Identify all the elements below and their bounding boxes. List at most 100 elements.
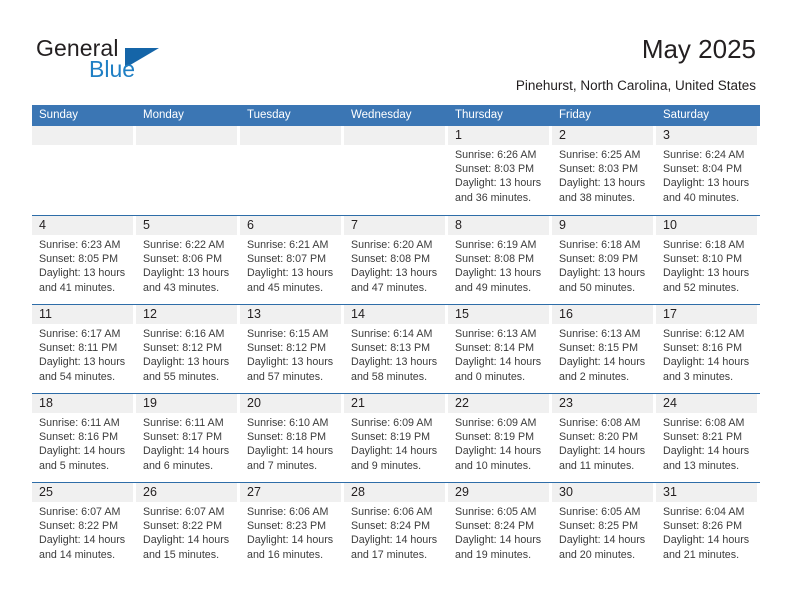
day-cell[interactable]: 14 Sunrise: 6:14 AM Sunset: 8:13 PM Dayligh… [344,305,448,393]
day-number: 25 [32,483,133,502]
day-number: 15 [448,305,549,324]
day-cell-empty [32,126,136,215]
sunrise-time: Sunrise: 6:12 AM [663,328,745,340]
day-details: Sunrise: 6:19 AM Sunset: 8:08 PM Daylight:… [448,235,549,295]
day-cell[interactable]: 24 Sunrise: 6:08 AM Sunset: 8:21 PM Dayligh… [656,394,760,482]
weekday-header-monday: Monday [143,109,184,121]
week-cells: 11 Sunrise: 6:17 AM Sunset: 8:11 PM Dayligh… [32,305,760,393]
day-cell-empty [344,126,448,215]
daylight-duration-line2: and 54 minutes. [39,370,116,383]
daylight-duration-line1: Daylight: 14 hours [39,534,126,547]
day-details: Sunrise: 6:11 AM Sunset: 8:17 PM Daylight:… [136,413,237,473]
daylight-duration-line2: and 47 minutes. [351,281,428,294]
day-details: Sunrise: 6:18 AM Sunset: 8:10 PM Daylight:… [656,235,757,295]
logo-text-blue: Blue [89,56,136,82]
sunrise-time: Sunrise: 6:05 AM [455,506,537,518]
daylight-duration-line1: Daylight: 14 hours [39,445,126,458]
daylight-duration-line1: Daylight: 13 hours [663,267,750,280]
sunset-time: Sunset: 8:21 PM [663,431,743,444]
sunset-time: Sunset: 8:17 PM [143,431,223,444]
day-details: Sunrise: 6:21 AM Sunset: 8:07 PM Daylight:… [240,235,341,295]
day-cell[interactable]: 28 Sunrise: 6:06 AM Sunset: 8:24 PM Dayligh… [344,483,448,571]
day-cell[interactable]: 27 Sunrise: 6:06 AM Sunset: 8:23 PM Dayligh… [240,483,344,571]
day-cell[interactable]: 12 Sunrise: 6:16 AM Sunset: 8:12 PM Dayligh… [136,305,240,393]
daylight-duration-line1: Daylight: 14 hours [559,445,646,458]
day-cell[interactable]: 5 Sunrise: 6:22 AM Sunset: 8:06 PM Daylight… [136,216,240,304]
day-cell[interactable]: 6 Sunrise: 6:21 AM Sunset: 8:07 PM Daylight… [240,216,344,304]
daylight-duration-line2: and 50 minutes. [559,281,636,294]
day-details: Sunrise: 6:26 AM Sunset: 8:03 PM Daylight:… [448,145,549,205]
weekday-header-wednesday: Wednesday [351,109,412,121]
daylight-duration-line1: Daylight: 13 hours [663,177,750,190]
daylight-duration-line2: and 55 minutes. [143,370,220,383]
daylight-duration-line2: and 41 minutes. [39,281,116,294]
daylight-duration-line1: Daylight: 14 hours [143,534,230,547]
daylight-duration-line1: Daylight: 13 hours [143,267,230,280]
sunset-time: Sunset: 8:16 PM [663,342,743,355]
weekday-header-row: Sunday Monday Tuesday Wednesday Thursday… [32,105,760,126]
day-number: 19 [136,394,237,413]
daylight-duration-line1: Daylight: 13 hours [455,267,542,280]
daylight-duration-line1: Daylight: 14 hours [663,356,750,369]
daylight-duration-line1: Daylight: 14 hours [143,445,230,458]
day-number [240,126,341,145]
general-blue-logo[interactable]: General Blue [36,36,206,86]
day-number: 14 [344,305,445,324]
day-cell[interactable]: 20 Sunrise: 6:10 AM Sunset: 8:18 PM Dayligh… [240,394,344,482]
day-cell[interactable]: 17 Sunrise: 6:12 AM Sunset: 8:16 PM Dayligh… [656,305,760,393]
day-cell[interactable]: 4 Sunrise: 6:23 AM Sunset: 8:05 PM Daylight… [32,216,136,304]
day-number: 27 [240,483,341,502]
day-cell[interactable]: 13 Sunrise: 6:15 AM Sunset: 8:12 PM Dayligh… [240,305,344,393]
daylight-duration-line2: and 2 minutes. [559,370,630,383]
sunset-time: Sunset: 8:22 PM [39,520,119,533]
day-details: Sunrise: 6:08 AM Sunset: 8:20 PM Daylight:… [552,413,653,473]
daylight-duration-line2: and 21 minutes. [663,548,740,561]
day-cell[interactable]: 7 Sunrise: 6:20 AM Sunset: 8:08 PM Daylight… [344,216,448,304]
day-cell[interactable]: 18 Sunrise: 6:11 AM Sunset: 8:16 PM Dayligh… [32,394,136,482]
sunrise-sunset-calendar: Sunday Monday Tuesday Wednesday Thursday… [32,105,760,571]
day-number: 31 [656,483,757,502]
day-cell[interactable]: 11 Sunrise: 6:17 AM Sunset: 8:11 PM Dayligh… [32,305,136,393]
day-number: 9 [552,216,653,235]
daylight-duration-line2: and 49 minutes. [455,281,532,294]
day-cell[interactable]: 10 Sunrise: 6:18 AM Sunset: 8:10 PM Dayligh… [656,216,760,304]
sunset-time: Sunset: 8:24 PM [351,520,431,533]
day-cell[interactable]: 31 Sunrise: 6:04 AM Sunset: 8:26 PM Dayligh… [656,483,760,571]
daylight-duration-line2: and 11 minutes. [559,459,635,472]
day-cell[interactable]: 29 Sunrise: 6:05 AM Sunset: 8:24 PM Dayligh… [448,483,552,571]
sunrise-time: Sunrise: 6:17 AM [39,328,121,340]
day-cell[interactable]: 25 Sunrise: 6:07 AM Sunset: 8:22 PM Dayligh… [32,483,136,571]
sunset-time: Sunset: 8:11 PM [39,342,118,355]
day-cell[interactable]: 3 Sunrise: 6:24 AM Sunset: 8:04 PM Daylight… [656,126,760,215]
day-details: Sunrise: 6:08 AM Sunset: 8:21 PM Daylight:… [656,413,757,473]
day-cell[interactable]: 9 Sunrise: 6:18 AM Sunset: 8:09 PM Daylight… [552,216,656,304]
daylight-duration-line2: and 0 minutes. [455,370,526,383]
day-cell[interactable]: 30 Sunrise: 6:05 AM Sunset: 8:25 PM Dayligh… [552,483,656,571]
day-details: Sunrise: 6:05 AM Sunset: 8:24 PM Daylight:… [448,502,549,562]
daylight-duration-line1: Daylight: 13 hours [247,267,334,280]
day-cell[interactable]: 22 Sunrise: 6:09 AM Sunset: 8:19 PM Dayligh… [448,394,552,482]
sunrise-time: Sunrise: 6:08 AM [559,417,641,429]
day-number: 3 [656,126,757,145]
day-cell[interactable]: 2 Sunrise: 6:25 AM Sunset: 8:03 PM Daylight… [552,126,656,215]
day-cell[interactable]: 19 Sunrise: 6:11 AM Sunset: 8:17 PM Dayligh… [136,394,240,482]
daylight-duration-line1: Daylight: 14 hours [247,445,334,458]
daylight-duration-line2: and 36 minutes. [455,191,532,204]
day-cell[interactable]: 15 Sunrise: 6:13 AM Sunset: 8:14 PM Dayligh… [448,305,552,393]
day-cell[interactable]: 26 Sunrise: 6:07 AM Sunset: 8:22 PM Dayligh… [136,483,240,571]
day-cell[interactable]: 1 Sunrise: 6:26 AM Sunset: 8:03 PM Daylight… [448,126,552,215]
day-details [136,145,237,148]
daylight-duration-line1: Daylight: 14 hours [559,356,646,369]
daylight-duration-line1: Daylight: 13 hours [455,177,542,190]
day-details: Sunrise: 6:09 AM Sunset: 8:19 PM Daylight:… [344,413,445,473]
day-cell[interactable]: 16 Sunrise: 6:13 AM Sunset: 8:15 PM Dayligh… [552,305,656,393]
day-cell[interactable]: 8 Sunrise: 6:19 AM Sunset: 8:08 PM Daylight… [448,216,552,304]
day-number: 20 [240,394,341,413]
sunrise-time: Sunrise: 6:20 AM [351,239,433,251]
day-cell[interactable]: 23 Sunrise: 6:08 AM Sunset: 8:20 PM Dayligh… [552,394,656,482]
day-number: 18 [32,394,133,413]
sunset-time: Sunset: 8:03 PM [455,163,535,176]
daylight-duration-line2: and 5 minutes. [39,459,110,472]
day-cell[interactable]: 21 Sunrise: 6:09 AM Sunset: 8:19 PM Dayligh… [344,394,448,482]
day-number: 24 [656,394,757,413]
